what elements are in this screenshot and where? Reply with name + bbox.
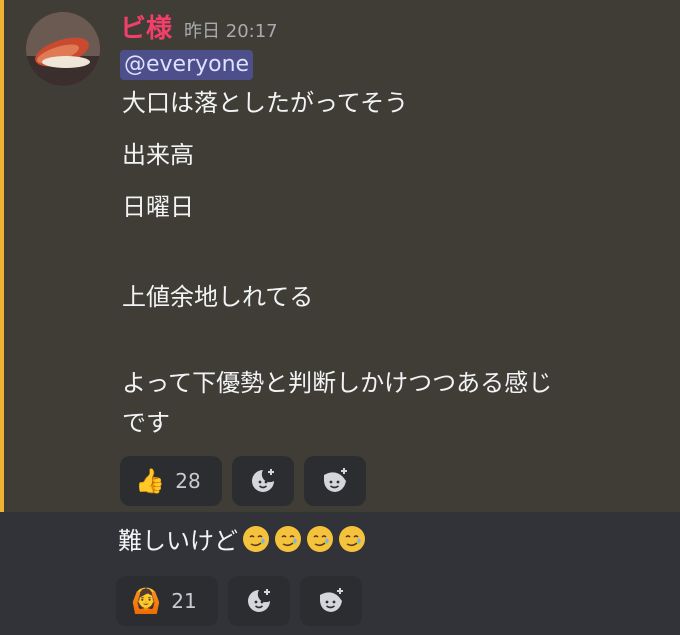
face-moon-add-icon (320, 588, 343, 612)
person-gesturing-ok-icon: 🙆 (131, 587, 162, 615)
smiling-tear-face-icon (275, 526, 301, 552)
message-line: 日曜日 (122, 193, 194, 221)
add-reaction-button[interactable] (232, 456, 294, 506)
avatar-image (26, 12, 100, 86)
smiling-tear-face-icon (243, 526, 269, 552)
face-moon-add-icon (324, 468, 347, 492)
reaction-bar: 🙆 21 (116, 576, 362, 626)
highlighted-message: ビ様 昨日 20:17 @everyone 大口は落としたがってそう 出来高 日… (0, 0, 680, 512)
timestamp: 昨日 20:17 (184, 21, 278, 42)
reaction-thumbs-up[interactable]: 👍 28 (120, 456, 222, 506)
emoji-group (238, 524, 366, 558)
follow-up-message: 難しいけど 🙆 21 (0, 512, 680, 635)
message-header: ビ様 昨日 20:17 (120, 8, 278, 45)
message-text: 難しいけど (118, 527, 238, 555)
everyone-mention[interactable]: @everyone (120, 50, 254, 80)
reaction-bar: 👍 28 (120, 456, 366, 506)
add-super-reaction-button[interactable] (304, 456, 366, 506)
moon-add-icon (252, 469, 274, 492)
reaction-person-ok[interactable]: 🙆 21 (116, 576, 218, 626)
message-line: 大口は落としたがってそう (122, 89, 409, 117)
thumbs-up-icon: 👍 (135, 467, 166, 495)
avatar[interactable] (26, 12, 100, 86)
message-line: 出来高 (122, 141, 194, 169)
reaction-count: 21 (171, 589, 197, 613)
message-line: 難しいけど (118, 524, 366, 558)
username[interactable]: ビ様 (120, 8, 172, 45)
moon-add-icon (248, 589, 270, 612)
smiling-tear-face-icon (339, 526, 365, 552)
add-reaction-button[interactable] (228, 576, 290, 626)
message-line: 上値余地しれてる (122, 283, 314, 311)
reaction-count: 28 (175, 469, 201, 493)
message-line: よって下優勢と判断しかけつつある感じ (122, 369, 553, 397)
add-super-reaction-button[interactable] (300, 576, 362, 626)
message-line: です (122, 409, 170, 437)
smiling-tear-face-icon (307, 526, 333, 552)
